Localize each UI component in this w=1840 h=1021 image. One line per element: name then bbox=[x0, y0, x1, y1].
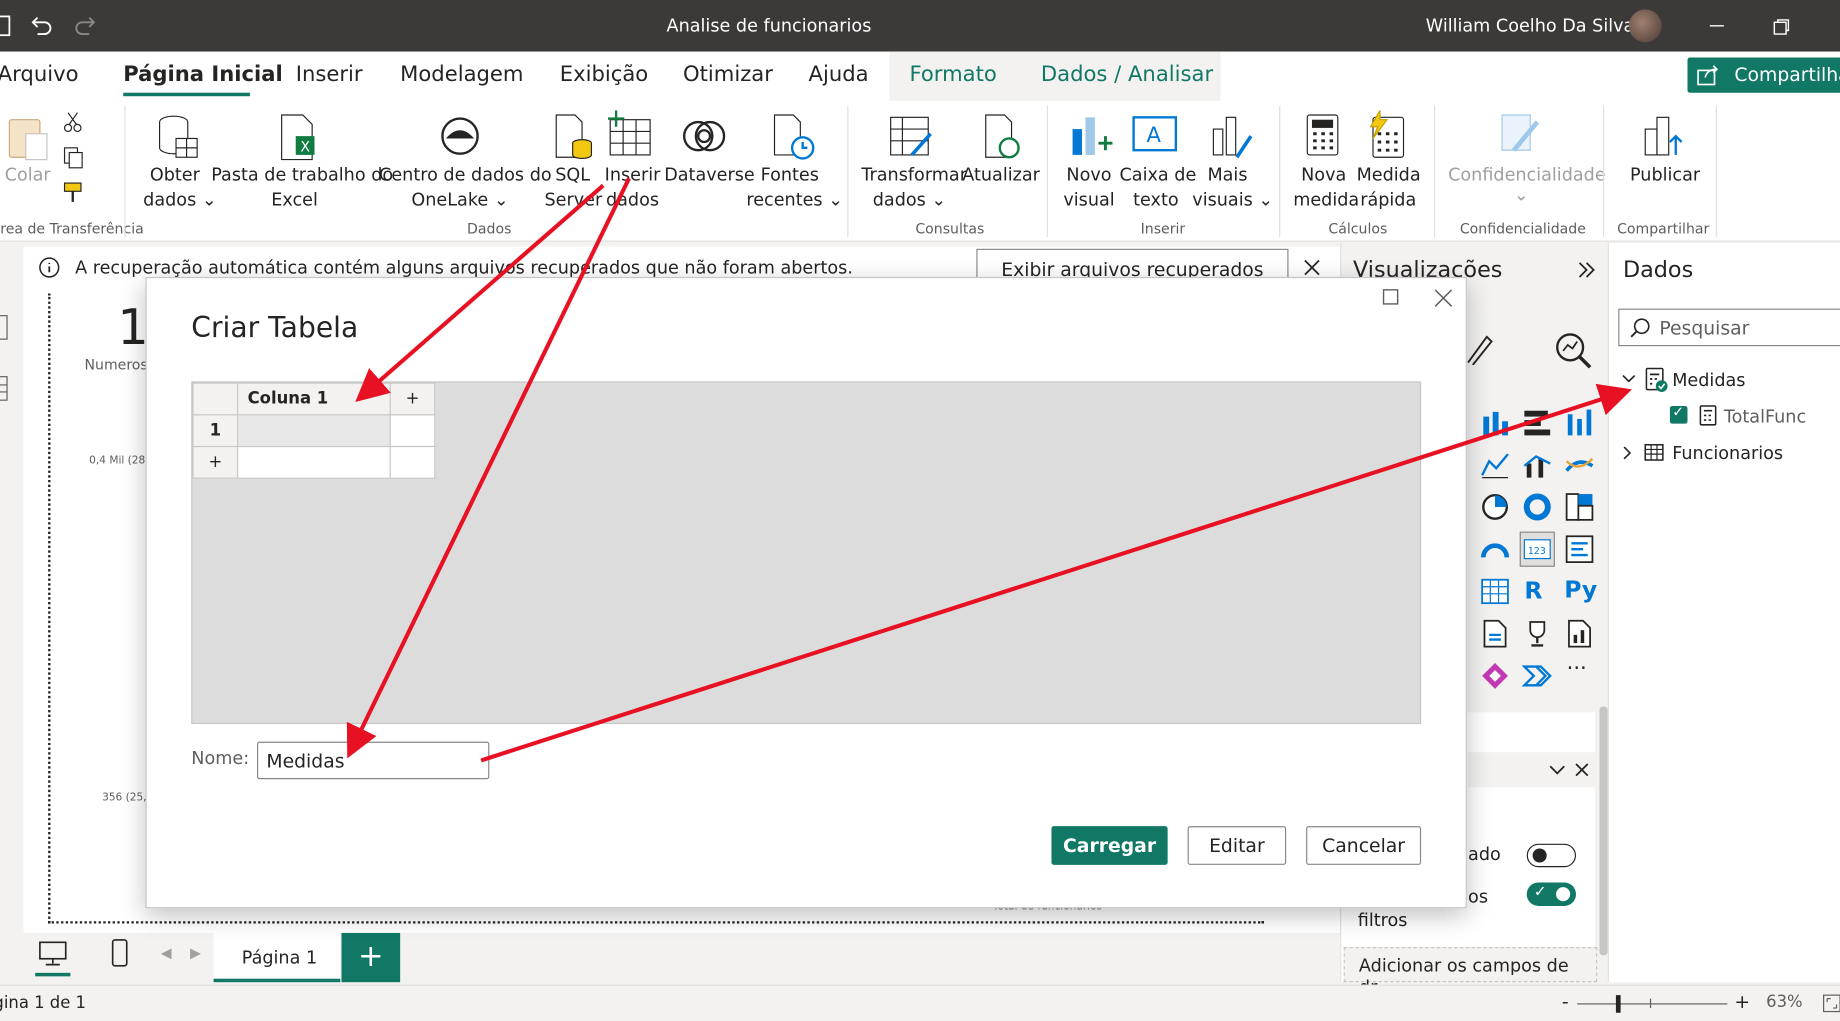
arrow-to-medidas bbox=[480, 383, 1632, 763]
arrow-to-name bbox=[346, 177, 631, 759]
annotation-arrows bbox=[346, 177, 1632, 763]
arrow-to-column bbox=[355, 183, 605, 403]
